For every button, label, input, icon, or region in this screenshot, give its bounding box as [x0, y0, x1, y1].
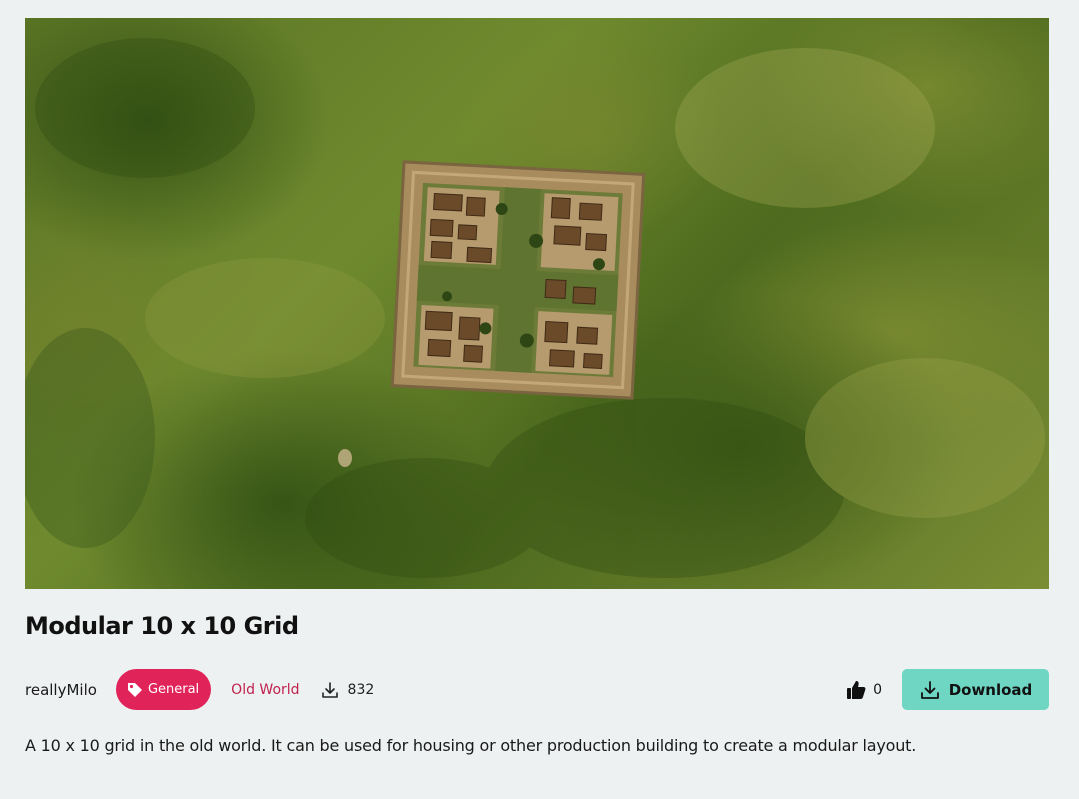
thumbs-up-icon	[845, 679, 867, 701]
download-count: 832	[320, 680, 375, 700]
tag-icon	[126, 681, 144, 699]
download-count-value: 832	[347, 681, 375, 698]
tag-badge[interactable]: General	[115, 669, 212, 710]
mod-meta-row: reallyMilo General Old World 832 0 Downl…	[25, 669, 1049, 710]
world-link[interactable]: Old World	[231, 682, 299, 698]
tag-label: General	[147, 682, 200, 697]
download-icon	[320, 680, 340, 700]
like-count: 0	[873, 681, 882, 698]
mod-screenshot[interactable]	[25, 18, 1049, 589]
like-button[interactable]: 0	[845, 679, 882, 701]
download-button[interactable]: Download	[902, 669, 1049, 710]
mod-detail-page: Modular 10 x 10 Grid reallyMilo General …	[0, 0, 1079, 799]
author-name[interactable]: reallyMilo	[25, 681, 97, 699]
download-icon	[919, 679, 941, 701]
mod-title: Modular 10 x 10 Grid	[25, 612, 299, 640]
mod-description: A 10 x 10 grid in the old world. It can …	[25, 736, 917, 755]
download-button-label: Download	[948, 680, 1033, 699]
settlement-illustration	[25, 38, 1045, 578]
